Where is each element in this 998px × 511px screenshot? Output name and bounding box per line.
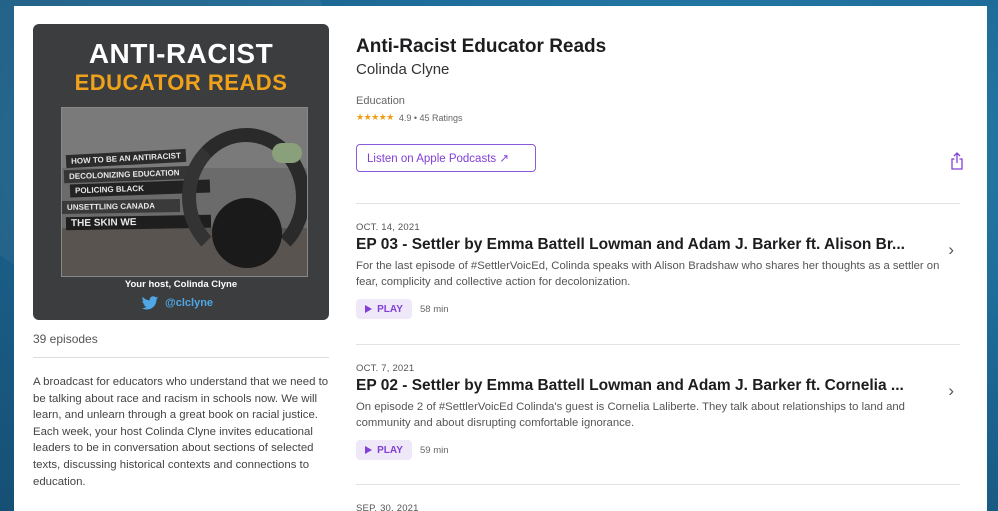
divider <box>33 357 329 358</box>
play-button[interactable]: PLAY <box>356 440 412 460</box>
podcast-rating: ★★★★★ 4.9 • 45 Ratings <box>356 112 463 123</box>
play-icon <box>365 305 373 313</box>
divider <box>356 344 960 345</box>
episode-title[interactable]: EP 03 - Settler by Emma Battell Lowman a… <box>356 236 936 254</box>
twitter-bird-icon <box>141 295 159 309</box>
artwork-photo: HOW TO BE AN ANTIRACIST DECOLONIZING EDU… <box>61 107 308 277</box>
episode-duration: 59 min <box>420 444 449 456</box>
episode-date: OCT. 7, 2021 <box>356 363 415 374</box>
podcast-genre[interactable]: Education <box>356 95 405 107</box>
podcast-artwork: ANTI-RACIST EDUCATOR READS HOW TO BE AN … <box>33 24 329 320</box>
play-button[interactable]: PLAY <box>356 299 412 319</box>
episode-item[interactable]: OCT. 7, 2021 EP 02 - Settler by Emma Bat… <box>356 363 960 460</box>
episode-count: 39 episodes <box>33 332 98 346</box>
podcast-author[interactable]: Colinda Clyne <box>356 61 449 78</box>
divider <box>356 203 960 204</box>
twitter-handle: @clclyne <box>141 295 213 311</box>
share-icon[interactable] <box>950 152 964 170</box>
star-rating-icon: ★★★★★ <box>356 112 394 122</box>
rating-text: 4.9 • 45 Ratings <box>398 112 463 123</box>
episode-title[interactable]: EP 02 - Settler by Emma Battell Lowman a… <box>356 377 936 395</box>
podcast-title: Anti-Racist Educator Reads <box>356 36 607 57</box>
divider <box>356 484 960 485</box>
chevron-right-icon[interactable]: › <box>948 240 954 260</box>
play-icon <box>365 446 373 454</box>
artwork-title-line2: EDUCATOR READS <box>74 70 288 95</box>
twitter-handle-text: @clclyne <box>165 297 214 309</box>
headphone-cup <box>212 198 282 268</box>
chevron-right-icon[interactable]: › <box>948 381 954 401</box>
book-spine: UNSETTLING CANADA <box>62 198 181 215</box>
episode-item[interactable]: SEP. 30, 2021 <box>356 503 960 511</box>
episode-item[interactable]: OCT. 14, 2021 EP 03 - Settler by Emma Ba… <box>356 222 960 319</box>
artwork-title-line1: ANTI-RACIST <box>88 38 274 69</box>
episode-date: SEP. 30, 2021 <box>356 503 419 511</box>
episode-date: OCT. 14, 2021 <box>356 222 420 233</box>
episode-description: For the last episode of #SettlerVoicEd, … <box>356 260 940 288</box>
artwork-host: Your host, Colinda Clyne <box>124 279 238 290</box>
episode-description: On episode 2 of #SettlerVoicEd Colinda's… <box>356 401 905 429</box>
podcast-description: A broadcast for educators who understand… <box>33 376 329 488</box>
play-label: PLAY <box>377 444 403 456</box>
play-label: PLAY <box>377 303 403 315</box>
podcast-page: ANTI-RACIST EDUCATOR READS HOW TO BE AN … <box>14 6 987 511</box>
episode-duration: 58 min <box>420 303 449 315</box>
listen-on-apple-podcasts-button[interactable]: Listen on Apple Podcasts ↗ <box>356 144 536 172</box>
